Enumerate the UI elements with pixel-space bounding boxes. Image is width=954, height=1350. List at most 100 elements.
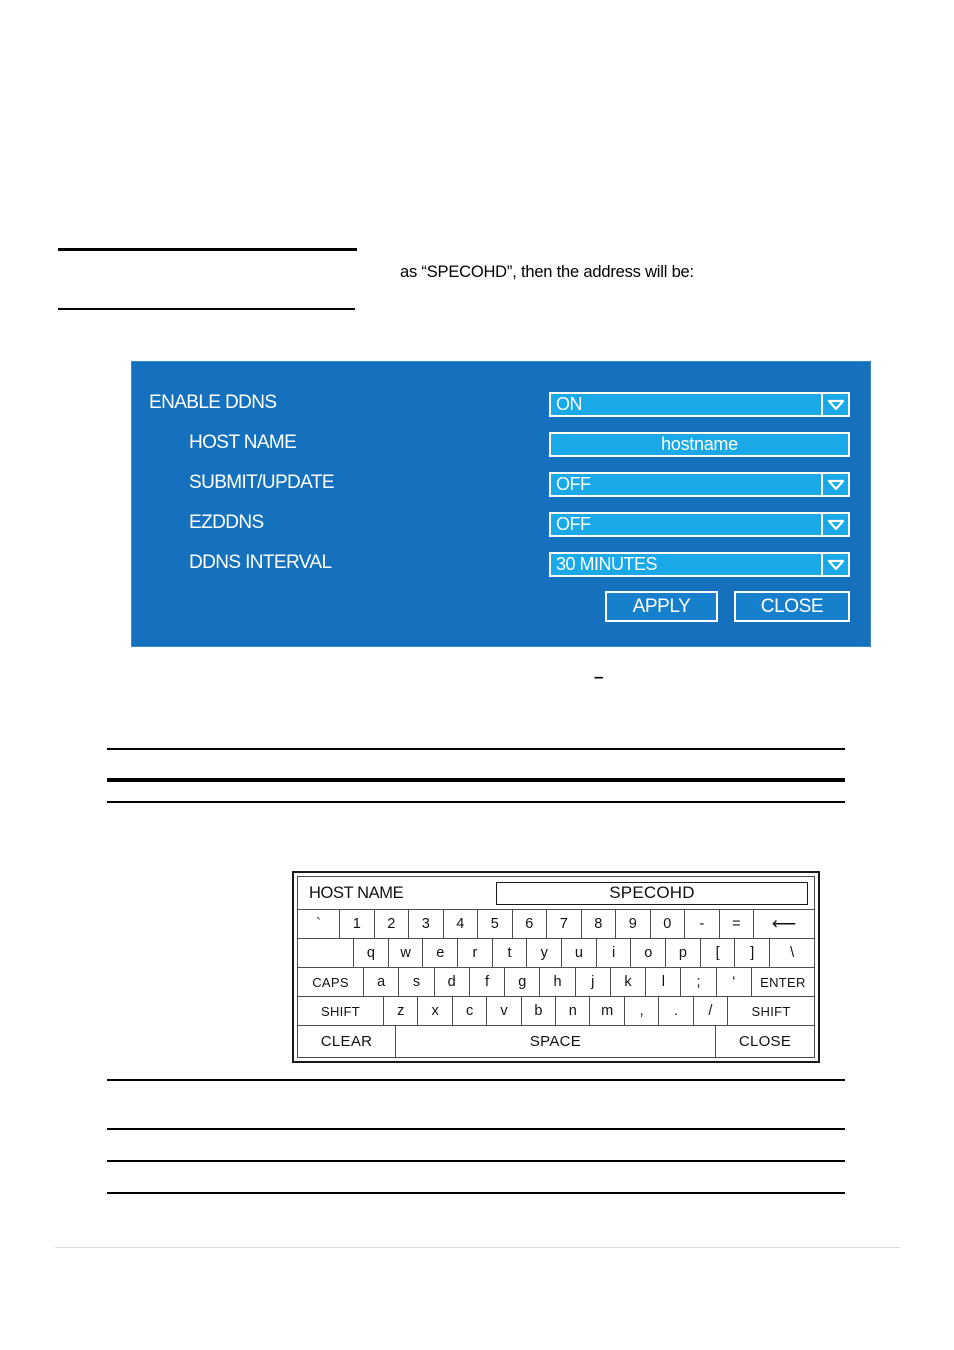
chevron-down-icon[interactable] [821,474,848,495]
dropdown-ddns-interval[interactable]: 30 MINUTES [549,552,850,577]
key-shift-left[interactable]: SHIFT [298,997,384,1025]
key-o[interactable]: o [631,939,667,967]
key-c[interactable]: c [453,997,488,1025]
key-r[interactable]: r [458,939,493,967]
key-w[interactable]: w [389,939,424,967]
key-5[interactable]: 5 [478,910,513,938]
key-u[interactable]: u [562,939,597,967]
key-slash[interactable]: / [694,997,729,1025]
key-minus[interactable]: - [685,910,720,938]
key-g[interactable]: g [505,968,541,996]
key-h[interactable]: h [540,968,576,996]
label-ddns-interval: DDNS INTERVAL [189,552,332,573]
key-l[interactable]: l [646,968,682,996]
key-bracket-left[interactable]: [ [701,939,736,967]
key-m[interactable]: m [590,997,625,1025]
label-host-name: HOST NAME [189,432,297,453]
key-2[interactable]: 2 [375,910,409,938]
key-period[interactable]: . [659,997,694,1025]
key-f[interactable]: f [470,968,506,996]
label-enable-ddns: ENABLE DDNS [149,392,277,413]
redaction-rule-mid-3 [107,801,845,803]
redaction-rule-bot-3 [107,1160,845,1162]
key-a[interactable]: a [364,968,400,996]
page-footer-separator [55,1247,900,1248]
keyboard-row-bottom: SHIFT z x c v b n m , . / SHIFT [298,997,814,1026]
redaction-rule-top-1 [58,248,357,251]
on-screen-keyboard: HOST NAME SPECOHD ` 1 2 3 4 5 6 7 8 9 0 … [292,871,820,1063]
key-t[interactable]: t [493,939,528,967]
apply-button[interactable]: APPLY [605,591,718,622]
key-backtick[interactable]: ` [298,910,340,938]
chevron-down-icon[interactable] [821,514,848,535]
dropdown-submit-update-value: OFF [556,474,591,494]
redaction-rule-bot-4 [107,1192,845,1194]
key-s[interactable]: s [399,968,435,996]
key-p[interactable]: p [666,939,701,967]
dropdown-ezddns-value: OFF [556,514,591,534]
key-backspace-icon[interactable]: ⟵ [754,910,814,938]
keyboard-row-space: CLEAR SPACE CLOSE [298,1026,814,1057]
key-apostrophe[interactable]: ‘ [717,968,752,996]
label-ezddns: EZDDNS [189,512,264,533]
keyboard-row-numbers: ` 1 2 3 4 5 6 7 8 9 0 - = ⟵ [298,910,814,939]
key-0[interactable]: 0 [651,910,685,938]
redaction-rule-bot-1 [107,1079,845,1081]
key-shift-right[interactable]: SHIFT [728,997,814,1025]
osk-host-name-label: HOST NAME [309,883,404,902]
ddns-row-ddns-interval: DDNS INTERVAL 30 MINUTES [132,550,870,590]
key-e[interactable]: e [423,939,459,967]
redaction-rule-mid-2 [107,778,845,782]
input-host-name[interactable]: hostname [549,432,850,457]
key-close[interactable]: CLOSE [716,1026,814,1057]
key-y[interactable]: y [527,939,563,967]
redaction-rule-bot-2 [107,1128,845,1130]
key-v[interactable]: v [487,997,522,1025]
dropdown-enable-ddns-value: ON [556,394,583,414]
key-1[interactable]: 1 [340,910,375,938]
key-clear[interactable]: CLEAR [298,1026,396,1057]
key-caps[interactable]: CAPS [298,968,364,996]
osk-host-name-input[interactable]: SPECOHD [496,881,808,905]
key-enter[interactable]: ENTER [752,968,814,996]
key-comma[interactable]: , [625,997,660,1025]
key-tab-blank [298,939,354,967]
key-x[interactable]: x [418,997,453,1025]
key-z[interactable]: z [384,997,419,1025]
label-submit-update: SUBMIT/UPDATE [189,472,335,493]
key-j[interactable]: j [576,968,611,996]
keyboard-row-home: CAPS a s d f g h j k l ; ‘ ENTER [298,968,814,997]
key-d[interactable]: d [435,968,470,996]
key-q[interactable]: q [354,939,389,967]
ddns-row-ezddns: EZDDNS OFF [132,510,870,550]
key-n[interactable]: n [556,997,591,1025]
chevron-down-icon[interactable] [821,394,848,415]
key-6[interactable]: 6 [513,910,547,938]
on-screen-keyboard-inner: HOST NAME SPECOHD ` 1 2 3 4 5 6 7 8 9 0 … [297,876,815,1058]
osk-header: HOST NAME SPECOHD [298,877,814,910]
key-4[interactable]: 4 [444,910,478,938]
close-button[interactable]: CLOSE [734,591,850,622]
ddns-row-submit-update: SUBMIT/UPDATE OFF [132,470,870,510]
key-9[interactable]: 9 [616,910,651,938]
key-space[interactable]: SPACE [396,1026,716,1057]
key-3[interactable]: 3 [409,910,444,938]
dropdown-ezddns[interactable]: OFF [549,512,850,537]
dropdown-submit-update[interactable]: OFF [549,472,850,497]
ddns-settings-dialog: ENABLE DDNS ON HOST NAME hostname SUBMIT… [131,361,871,647]
key-equals[interactable]: = [720,910,754,938]
key-7[interactable]: 7 [547,910,582,938]
dropdown-enable-ddns[interactable]: ON [549,392,850,417]
key-8[interactable]: 8 [582,910,616,938]
key-i[interactable]: i [597,939,632,967]
ddns-row-host-name: HOST NAME hostname [132,430,870,470]
redaction-rule-top-2 [58,308,355,310]
key-semicolon[interactable]: ; [681,968,717,996]
key-bracket-right[interactable]: ] [735,939,771,967]
body-sentence: as “SPECOHD”, then the address will be: [400,263,694,281]
key-b[interactable]: b [522,997,557,1025]
key-k[interactable]: k [611,968,647,996]
chevron-down-icon[interactable] [821,554,848,575]
key-backslash[interactable]: \ [770,939,814,967]
stray-dash-glyph: – [594,667,604,686]
